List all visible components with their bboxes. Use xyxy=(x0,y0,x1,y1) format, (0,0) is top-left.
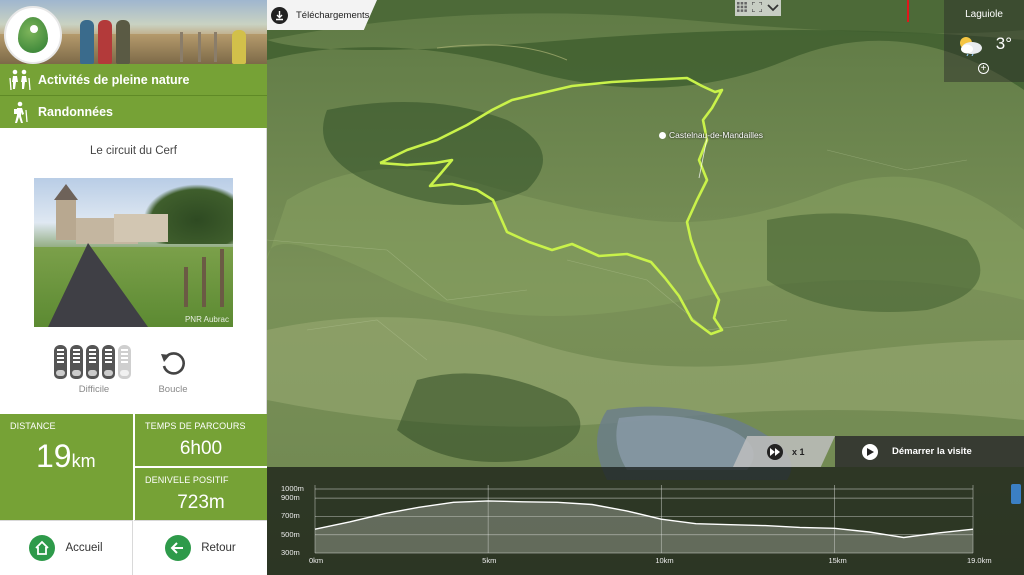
speed-label: x 1 xyxy=(792,446,805,457)
partly-cloudy-icon xyxy=(956,34,984,57)
menu-hikes[interactable]: Randonnées xyxy=(0,96,267,128)
y-tick-label: 700m xyxy=(281,511,300,521)
difficulty-rating xyxy=(54,345,131,379)
hiker-icon xyxy=(8,101,32,123)
arrow-left-icon xyxy=(165,535,192,561)
back-label: Retour xyxy=(201,542,236,554)
distance-number: 19 xyxy=(36,438,72,474)
photo-credit: PNR Aubrac xyxy=(184,315,229,324)
start-tour-button[interactable]: Démarrer la visite xyxy=(835,436,1024,467)
footprint-icon xyxy=(54,345,67,379)
home-button[interactable]: Accueil xyxy=(0,520,133,575)
chevron-down-icon[interactable] xyxy=(767,0,779,17)
fence-post xyxy=(198,32,201,62)
photo-post xyxy=(184,267,188,307)
elevation-value: 723m xyxy=(177,492,225,513)
distance-value: 19km xyxy=(36,438,96,475)
fast-forward-icon xyxy=(767,443,783,460)
difficulty-label: Difficile xyxy=(78,384,110,395)
grid-icon[interactable] xyxy=(737,0,748,17)
weather-widget[interactable]: Laguiole 3° + xyxy=(944,0,1024,82)
location-dot-icon xyxy=(659,131,666,139)
play-icon xyxy=(862,443,878,460)
menu-label: Randonnées xyxy=(38,105,114,119)
y-tick-label: 1000m xyxy=(281,484,304,493)
banner-hiker xyxy=(116,20,130,64)
footprint-icon xyxy=(70,345,83,379)
x-tick-label: 0km xyxy=(309,556,324,565)
photo-post xyxy=(220,249,224,307)
plus-circle-icon[interactable]: + xyxy=(978,63,989,74)
banner-hiker xyxy=(98,20,112,64)
fence-post xyxy=(180,32,183,62)
speed-button[interactable]: x 1 xyxy=(733,436,835,467)
fence-post xyxy=(214,32,217,62)
place-name: Castelnau-de-Mandailles xyxy=(669,130,764,140)
terrain-map[interactable]: Téléchargements Laguiole 3° + Castelnau-… xyxy=(267,0,1024,575)
start-tour-label: Démarrer la visite xyxy=(892,446,972,457)
banner-hiker xyxy=(232,30,246,64)
photo-church xyxy=(54,184,78,240)
compass-needle-icon xyxy=(907,0,909,22)
weather-city: Laguiole xyxy=(965,9,1003,20)
footprint-icon xyxy=(118,345,131,379)
home-label: Accueil xyxy=(65,542,103,554)
x-tick-label: 10km xyxy=(655,556,674,565)
photo-house xyxy=(114,214,168,242)
elevation-stat: DENIVELE POSITIF 723m xyxy=(135,468,267,520)
elevation-chart[interactable] xyxy=(267,467,1024,575)
y-tick-label: 900m xyxy=(281,493,300,503)
y-tick-label: 500m xyxy=(281,529,300,539)
side-scroll-handle[interactable] xyxy=(1011,484,1021,504)
distance-label: DISTANCE xyxy=(10,421,56,431)
hikers-icon xyxy=(8,69,32,91)
header-banner xyxy=(0,0,267,64)
view-controls[interactable] xyxy=(735,0,781,16)
downloads-button[interactable]: Téléchargements xyxy=(267,0,377,30)
leaf-logo-icon xyxy=(18,17,48,53)
app-root: Activités de pleine nature Randonnées Le… xyxy=(0,0,1024,575)
trail-photo[interactable]: PNR Aubrac xyxy=(34,178,233,327)
duration-stat: TEMPS DE PARCOURS 6h00 xyxy=(135,414,267,466)
download-icon xyxy=(271,6,288,24)
loop-icon xyxy=(158,348,188,378)
distance-unit: km xyxy=(71,451,96,471)
home-icon xyxy=(29,535,56,561)
duration-value: 6h00 xyxy=(179,438,223,459)
map-place-label[interactable]: Castelnau-de-Mandailles xyxy=(659,130,763,140)
footprint-icon xyxy=(102,345,115,379)
trail-stats: DISTANCE 19km TEMPS DE PARCOURS 6h00 DEN… xyxy=(0,414,267,520)
photo-post xyxy=(202,257,206,307)
x-tick-label: 15km xyxy=(828,556,847,565)
fullscreen-icon[interactable] xyxy=(751,0,763,17)
menu-label: Activités de pleine nature xyxy=(38,72,190,87)
park-logo[interactable] xyxy=(4,6,62,64)
downloads-label: Téléchargements xyxy=(296,9,370,21)
side-panel: Activités de pleine nature Randonnées Le… xyxy=(0,0,267,575)
footprint-icon xyxy=(86,345,99,379)
x-tick-label: 19.0km xyxy=(967,556,992,565)
route-type-label: Boucle xyxy=(158,384,188,395)
back-button[interactable]: Retour xyxy=(134,520,267,575)
weather-temperature: 3° xyxy=(995,34,1012,53)
photo-road xyxy=(48,243,148,327)
elevation-label: DENIVELE POSITIF xyxy=(145,475,229,485)
trail-title: Le circuit du Cerf xyxy=(90,145,177,157)
banner-hiker xyxy=(80,20,94,64)
distance-stat: DISTANCE 19km xyxy=(0,414,133,520)
elevation-profile[interactable]: 1000m 900m 700m 500m 300m 0km 5km 10km 15km 19.0… xyxy=(267,467,1024,575)
menu-outdoor-activities[interactable]: Activités de pleine nature xyxy=(0,64,267,96)
duration-label: TEMPS DE PARCOURS xyxy=(145,421,246,431)
x-tick-label: 5km xyxy=(482,556,497,565)
y-tick-label: 300m xyxy=(281,548,300,557)
